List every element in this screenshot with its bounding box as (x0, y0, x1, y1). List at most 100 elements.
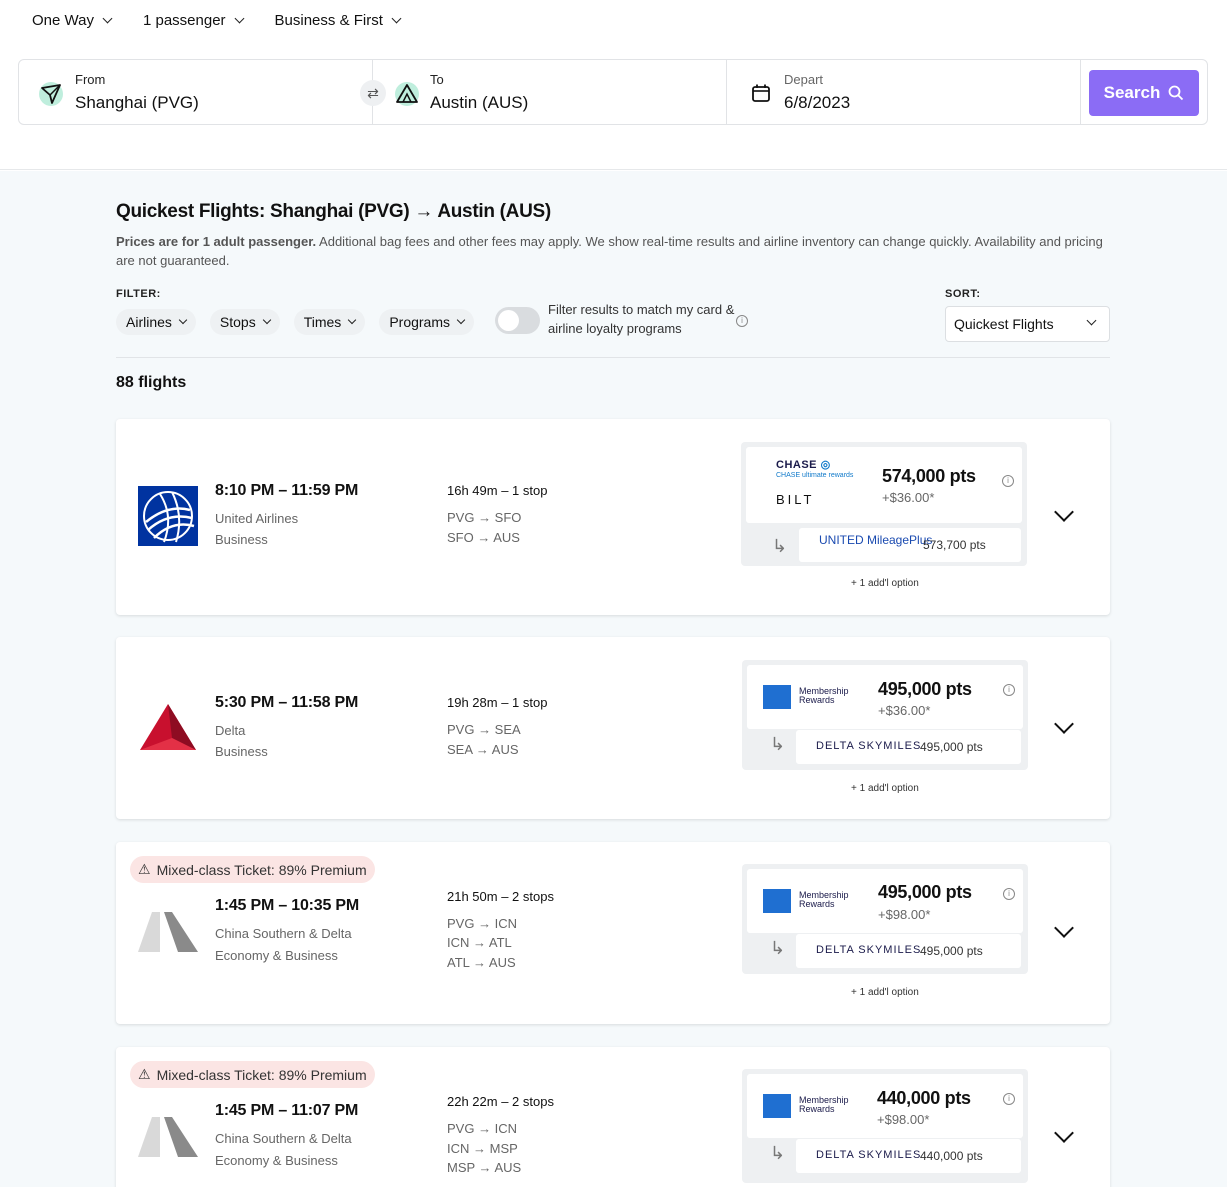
filter-times[interactable]: Times (293, 309, 366, 335)
price-box[interactable]: Membership Rewards 440,000 pts +$98.00* … (742, 1069, 1028, 1183)
cabin-class: Economy & Business (215, 948, 338, 963)
route-leg: PVG → ICN (447, 916, 518, 931)
route-leg: PVG → ICN (447, 1121, 518, 1136)
route-leg: ICN → ATL (447, 935, 512, 950)
expand-chevron-icon[interactable] (1054, 1123, 1074, 1143)
duration-stops: 19h 28m – 1 stop (447, 695, 548, 710)
filter-stops[interactable]: Stops (209, 309, 280, 335)
departure-plane-icon (39, 82, 63, 106)
cabin-dropdown[interactable]: Business & First (275, 12, 402, 29)
flight-times: 5:30 PM – 11:58 PM (215, 694, 359, 711)
additional-options-link[interactable]: + 1 add'l option (851, 578, 919, 589)
chevron-down-icon (456, 315, 466, 325)
airline-name: United Airlines (215, 511, 299, 526)
info-icon[interactable]: i (736, 315, 748, 327)
loyalty-filter-toggle[interactable] (495, 307, 540, 334)
flight-card[interactable]: 8:10 PM – 11:59 PM United Airlines Busin… (116, 419, 1110, 615)
route-leg: ICN → MSP (447, 1141, 518, 1156)
expand-chevron-icon[interactable] (1054, 502, 1074, 522)
additional-options-link[interactable]: + 1 add'l option (851, 987, 919, 998)
price-box[interactable]: Membership Rewards 495,000 pts +$36.00* … (742, 660, 1028, 770)
divider (116, 357, 1110, 358)
to-field[interactable]: To Austin (AUS) (373, 60, 727, 124)
cash-fee: +$36.00* (882, 490, 935, 505)
expand-chevron-icon[interactable] (1054, 918, 1074, 938)
passenger-dropdown[interactable]: 1 passenger (143, 12, 244, 29)
warning-icon: ⚠ (138, 1066, 151, 1082)
airline-name: Delta (215, 723, 246, 738)
membership-rewards-logo: Membership Rewards (799, 1095, 849, 1114)
chevron-down-icon (262, 315, 271, 325)
route-leg: MSP → AUS (447, 1160, 522, 1175)
cabin-class: Economy & Business (215, 1153, 338, 1168)
transfer-points: 495,000 pts (920, 740, 983, 754)
route-leg: SFO → AUS (447, 530, 520, 545)
route-leg: ATL → AUS (447, 955, 516, 970)
transfer-points: 573,700 pts (923, 538, 986, 552)
route-leg: PVG → SEA (447, 722, 521, 737)
filter-label: FILTER: (116, 288, 161, 300)
from-field[interactable]: From Shanghai (PVG) ⇄ (19, 60, 386, 124)
cabin-class: Business (215, 744, 268, 759)
search-button[interactable]: Search (1089, 70, 1199, 116)
depart-field[interactable]: Depart 6/8/2023 (727, 60, 1081, 124)
airline-name: China Southern & Delta (215, 1131, 352, 1146)
duration-stops: 16h 49m – 1 stop (447, 483, 548, 498)
transfer-arrow-icon: ↳ (770, 734, 786, 754)
loyalty-filter-label: Filter results to match my card & airlin… (548, 302, 735, 336)
flight-card[interactable]: ⚠ Mixed-class Ticket: 89% Premium 1:45 PM… (116, 1047, 1110, 1187)
cash-fee: +$98.00* (877, 1112, 930, 1127)
membership-rewards-logo: Membership Rewards (799, 686, 849, 705)
sort-dropdown[interactable]: Quickest Flights (945, 306, 1110, 342)
price-disclaimer: Prices are for 1 adult passenger. Additi… (116, 234, 1103, 268)
skymiles-logo: DELTA SKYMILES (816, 944, 922, 956)
bilt-logo: BILT (776, 492, 815, 507)
from-value: Shanghai (PVG) (75, 93, 199, 112)
to-label: To (430, 72, 444, 87)
multi-airline-logo (138, 1113, 198, 1173)
flight-card[interactable]: ⚠ Mixed-class Ticket: 89% Premium 1:45 PM… (116, 842, 1110, 1024)
route-leg: PVG → SFO (447, 510, 522, 525)
swap-icon[interactable]: ⇄ (360, 80, 386, 106)
flight-count: 88 flights (116, 374, 187, 391)
price-box[interactable]: Membership Rewards 495,000 pts +$98.00* … (742, 864, 1028, 974)
results-area: Quickest Flights: Shanghai (PVG) → Austi… (0, 171, 1227, 1187)
results-title: Quickest Flights: Shanghai (PVG) → Austi… (116, 201, 551, 222)
chevron-down-icon (234, 13, 244, 24)
trip-type-dropdown[interactable]: One Way (32, 12, 113, 29)
multi-airline-logo (138, 908, 198, 968)
delta-logo (138, 698, 198, 758)
cash-fee: +$36.00* (878, 703, 931, 718)
filter-programs[interactable]: Programs (379, 309, 474, 335)
info-icon[interactable]: i (1003, 1093, 1015, 1105)
arrival-icon (395, 82, 419, 106)
info-icon[interactable]: i (1002, 475, 1014, 487)
route-leg: SEA → AUS (447, 742, 519, 757)
flight-times: 1:45 PM – 10:35 PM (215, 897, 360, 914)
points-price: 440,000 pts (877, 1088, 971, 1108)
skymiles-logo: DELTA SKYMILES (816, 1149, 922, 1161)
depart-value: 6/8/2023 (784, 93, 851, 112)
chase-program: CHASE ultimate rewards (776, 472, 854, 479)
search-icon (1168, 85, 1184, 101)
filter-chips: Airlines Stops Times Programs (116, 309, 474, 335)
info-icon[interactable]: i (1003, 684, 1015, 696)
flight-card[interactable]: 5:30 PM – 11:58 PM Delta Business 19h 28… (116, 637, 1110, 819)
sort-label: SORT: (945, 288, 981, 300)
search-form: From Shanghai (PVG) ⇄ To Austin (AUS) De… (18, 59, 1208, 125)
depart-label: Depart (784, 72, 824, 87)
flight-times: 8:10 PM – 11:59 PM (215, 482, 359, 499)
chevron-down-icon (391, 13, 402, 24)
additional-options-link[interactable]: + 1 add'l option (851, 783, 919, 794)
cash-fee: +$98.00* (878, 907, 931, 922)
from-label: From (75, 72, 106, 87)
transfer-points: 495,000 pts (920, 944, 983, 958)
info-icon[interactable]: i (1003, 888, 1015, 900)
chevron-down-icon (348, 315, 357, 325)
chase-logo: CHASE ◎ (776, 459, 831, 471)
expand-chevron-icon[interactable] (1054, 714, 1074, 734)
amex-logo (763, 685, 791, 709)
price-box[interactable]: CHASE ◎ CHASE ultimate rewards BILT 574,… (741, 442, 1027, 566)
search-header: One Way 1 passenger Business & First Fro… (0, 0, 1227, 170)
filter-airlines[interactable]: Airlines (116, 309, 196, 335)
